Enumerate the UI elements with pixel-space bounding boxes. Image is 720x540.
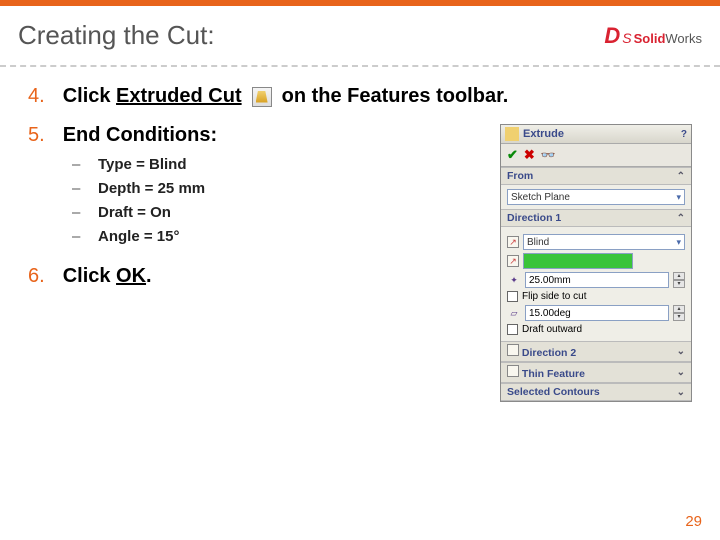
cancel-x-icon[interactable]: ✖ bbox=[524, 147, 535, 163]
chevron-down-icon: ⌄ bbox=[677, 387, 685, 398]
logo-word-1: Solid bbox=[634, 31, 666, 46]
draft-outward-checkbox[interactable] bbox=[507, 324, 518, 335]
step-5: 5. End Conditions: –Type = Blind –Depth … bbox=[28, 124, 470, 249]
property-manager-panel: Extrude ? ✔ ✖ 👓 From ⌃ Sketch Plane ▾ bbox=[500, 124, 692, 402]
flip-side-label: Flip side to cut bbox=[522, 291, 586, 302]
depth-input[interactable]: 25.00mm bbox=[525, 272, 669, 288]
section-body-direction1: ↗ Blind ▾ ↗ ✦ 25.00mm ▴▾ Fli bbox=[501, 227, 691, 341]
chevron-down-icon: ⌄ bbox=[677, 367, 685, 378]
divider bbox=[0, 65, 720, 67]
step-title: End Conditions: bbox=[63, 124, 217, 147]
section-header-thin-feature[interactable]: Thin Feature ⌄ bbox=[501, 362, 691, 383]
step-text: Click OK. bbox=[63, 265, 152, 288]
list-item: –Angle = 15° bbox=[72, 225, 470, 249]
logo-mark-icon: D bbox=[604, 23, 620, 49]
chevron-up-icon: ⌃ bbox=[677, 171, 685, 182]
step-number: 6. bbox=[28, 265, 45, 288]
chevron-down-icon: ⌄ bbox=[677, 346, 685, 357]
thin-feature-checkbox-icon[interactable] bbox=[507, 365, 519, 377]
ok-link: OK bbox=[116, 265, 146, 287]
draft-outward-label: Draft outward bbox=[522, 324, 582, 335]
section-header-direction1[interactable]: Direction 1 ⌃ bbox=[501, 209, 691, 227]
chevron-up-icon: ⌃ bbox=[677, 213, 685, 224]
end-condition-dropdown[interactable]: Blind ▾ bbox=[523, 234, 685, 250]
extruded-cut-icon bbox=[252, 87, 272, 107]
content-area: 4. Click Extruded Cut on the Features to… bbox=[0, 85, 720, 402]
from-dropdown[interactable]: Sketch Plane ▾ bbox=[507, 189, 685, 205]
list-item: –Draft = On bbox=[72, 201, 470, 225]
step-number: 4. bbox=[28, 85, 45, 108]
step-4: 4. Click Extruded Cut on the Features to… bbox=[28, 85, 692, 108]
solidworks-logo: D S SolidWorks bbox=[604, 23, 702, 49]
extrude-icon bbox=[505, 127, 519, 141]
flip-side-checkbox[interactable] bbox=[507, 291, 518, 302]
logo-s-icon: S bbox=[622, 30, 631, 46]
section-body-from: Sketch Plane ▾ bbox=[501, 185, 691, 209]
sub-list: –Type = Blind –Depth = 25 mm –Draft = On… bbox=[72, 153, 470, 249]
ok-check-icon[interactable]: ✔ bbox=[507, 147, 518, 163]
step-text-tail: on the Features toolbar. bbox=[282, 85, 509, 108]
angle-spinner[interactable]: ▴▾ bbox=[673, 305, 685, 321]
section-header-from[interactable]: From ⌃ bbox=[501, 167, 691, 185]
step-6: 6. Click OK. bbox=[28, 265, 470, 288]
direction-vector-icon[interactable]: ↗ bbox=[507, 255, 519, 267]
direction2-checkbox-icon[interactable] bbox=[507, 344, 519, 356]
section-header-direction2[interactable]: Direction 2 ⌄ bbox=[501, 341, 691, 362]
two-column: 5. End Conditions: –Type = Blind –Depth … bbox=[28, 124, 692, 402]
preview-icon[interactable]: 👓 bbox=[541, 148, 556, 162]
page-title: Creating the Cut: bbox=[18, 20, 215, 51]
extruded-cut-link: Extruded Cut bbox=[116, 85, 242, 107]
step-text: Click Extruded Cut bbox=[63, 85, 242, 108]
chevron-down-icon: ▾ bbox=[676, 192, 681, 203]
reverse-direction-icon[interactable]: ↗ bbox=[507, 236, 519, 248]
draft-icon[interactable]: ▱ bbox=[507, 306, 521, 320]
list-item: –Type = Blind bbox=[72, 153, 470, 177]
slide-number: 29 bbox=[685, 513, 702, 530]
panel-title-bar: Extrude ? bbox=[501, 125, 691, 144]
panel-title: Extrude bbox=[523, 128, 564, 140]
help-icon[interactable]: ? bbox=[681, 129, 687, 140]
list-item: –Depth = 25 mm bbox=[72, 177, 470, 201]
chevron-down-icon: ▾ bbox=[676, 237, 681, 248]
depth-icon: ✦ bbox=[507, 273, 521, 287]
depth-spinner[interactable]: ▴▾ bbox=[673, 272, 685, 288]
title-row: Creating the Cut: D S SolidWorks bbox=[0, 6, 720, 65]
left-column: 5. End Conditions: –Type = Blind –Depth … bbox=[28, 124, 470, 304]
panel-action-row: ✔ ✖ 👓 bbox=[501, 144, 691, 167]
selection-box[interactable] bbox=[523, 253, 633, 269]
logo-word-2: Works bbox=[665, 31, 702, 46]
draft-angle-input[interactable]: 15.00deg bbox=[525, 305, 669, 321]
section-header-selected-contours[interactable]: Selected Contours ⌄ bbox=[501, 383, 691, 401]
step-number: 5. bbox=[28, 124, 45, 147]
